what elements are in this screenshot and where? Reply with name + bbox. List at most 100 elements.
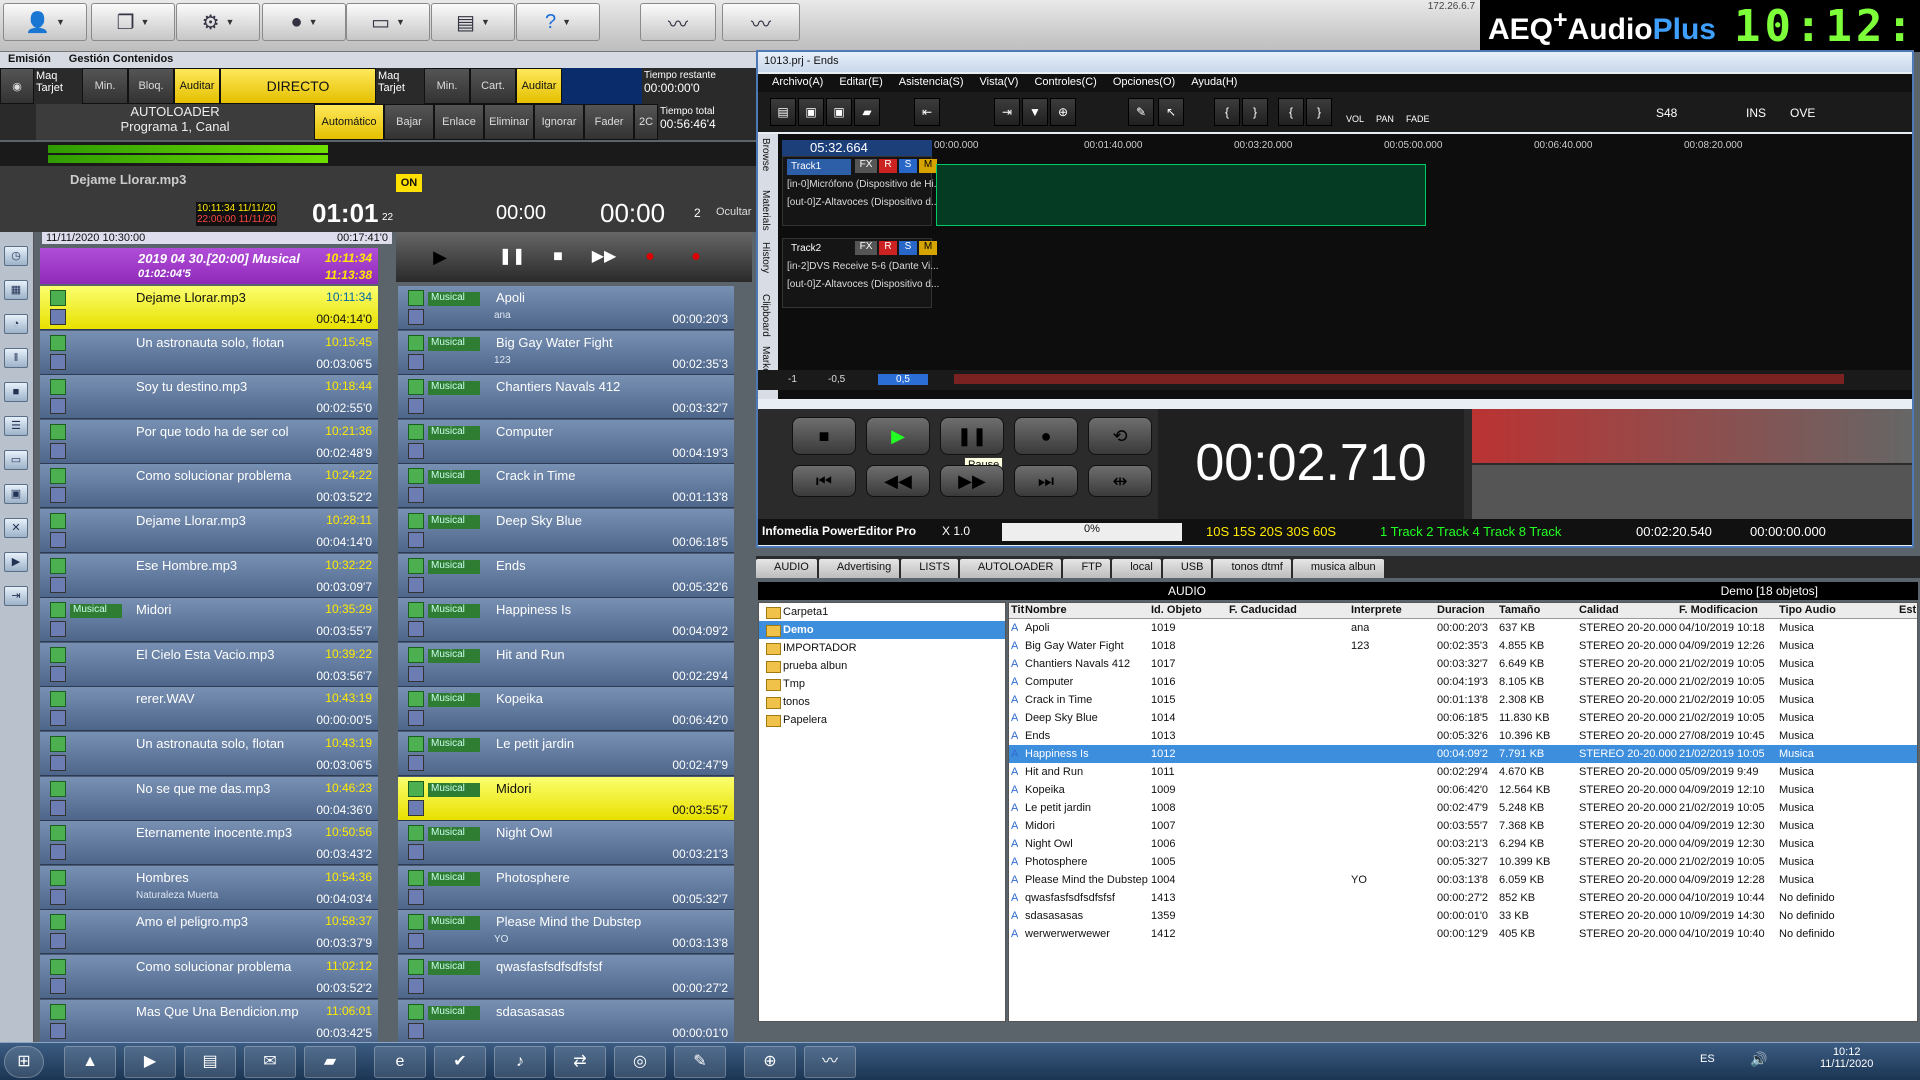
check-icon[interactable]: ✔ — [434, 1046, 486, 1078]
grid-row[interactable]: Aqwasfasfsdfsdfsfsf 1413 00:00:27'2 852 KB S… — [1009, 889, 1917, 907]
target-icon[interactable]: ⊕ — [1050, 98, 1076, 126]
settings-button[interactable]: ⚙ ▼ — [176, 3, 260, 41]
fx2-button[interactable]: FX — [855, 241, 877, 255]
grid-column-header[interactable]: F. Caducidad — [1229, 604, 1297, 616]
plus-app-icon[interactable]: ⊕ — [744, 1046, 796, 1078]
explorer-tab[interactable]: AUTOLOADER — [959, 559, 1062, 578]
track1-waveform[interactable] — [936, 164, 1426, 226]
s-button[interactable]: S — [899, 159, 917, 173]
auditar2-button[interactable]: Auditar — [516, 68, 562, 104]
explorer-tab[interactable]: FTP — [1063, 559, 1111, 578]
checkbox-icon[interactable] — [408, 334, 424, 351]
tree-node[interactable]: Carpeta1 — [759, 603, 1005, 621]
side-tab[interactable]: Clipboard — [760, 294, 771, 337]
m-button[interactable]: M — [919, 159, 937, 173]
checkbox-icon[interactable] — [50, 1003, 66, 1020]
zoom-scrollbar[interactable]: -1 -0,5 0,5 — [758, 370, 1912, 390]
ins-label[interactable]: INS — [1746, 106, 1766, 120]
explorer-tab[interactable]: USB — [1162, 559, 1212, 578]
playlist-row[interactable]: Eternamente inocente.mp3 10:50:56 00:03:43… — [40, 821, 378, 866]
bloq-button[interactable]: Bloq. — [128, 68, 174, 104]
checkbox-icon[interactable] — [408, 736, 424, 752]
grid-row[interactable]: A Midori 1007 00:03:55'7 7.368 KB STEREO 20-2… — [1009, 817, 1917, 835]
checkbox-icon[interactable] — [50, 423, 66, 440]
mic-icon[interactable]: ♪ — [494, 1046, 546, 1078]
playlist-row[interactable]: Musical qwasfasfsdfsdfsfsf 00:00:27'2 — [398, 955, 734, 999]
grid-row[interactable]: A Crack in Time 1015 00:01:13'8 2.308 KB STER… — [1009, 691, 1917, 709]
brush-icon[interactable]: ✎ — [1128, 98, 1154, 126]
record-button[interactable]: ● ▼ — [262, 3, 346, 41]
grid-column-header[interactable]: Tipo Audio — [1779, 604, 1836, 616]
enlace-button[interactable]: Enlace — [434, 104, 484, 140]
checkbox-icon[interactable] — [408, 780, 424, 797]
checkbox-icon[interactable] — [50, 646, 66, 663]
volume-icon[interactable]: 🔊 — [1750, 1051, 1767, 1068]
bracket-in-icon[interactable]: { — [1278, 98, 1304, 126]
checkbox-icon[interactable] — [50, 602, 66, 619]
menu-item[interactable]: Opciones(O) — [1113, 76, 1175, 90]
lang-indicator[interactable]: ES — [1700, 1053, 1715, 1065]
grid-column-header[interactable]: Interprete — [1351, 604, 1402, 616]
side-tab[interactable]: Materials — [760, 190, 771, 231]
playlist-row[interactable]: Musical Hit and Run 00:02:29'4 — [398, 642, 734, 687]
fx-button[interactable]: FX — [855, 159, 877, 173]
bracket-right-icon[interactable]: } — [1242, 98, 1268, 126]
record-button[interactable]: ● — [1014, 417, 1078, 455]
bracket-out-icon[interactable]: } — [1306, 98, 1332, 126]
explorer-tab[interactable]: tonos dtmf — [1213, 559, 1291, 578]
playlist-row[interactable]: Musical Happiness Is 00:04:09'2 — [398, 598, 734, 643]
editor2-button[interactable]: 〰 — [722, 3, 800, 41]
playlist-row[interactable]: Dejame Llorar.mp3 10:11:34 00:04:14'0 — [40, 286, 378, 330]
ocultar-button[interactable]: Ocultar — [716, 206, 751, 218]
checkbox-icon[interactable] — [408, 914, 424, 931]
playlist-row[interactable]: Musical Le petit jardin 00:02:47'9 — [398, 732, 734, 776]
r-button[interactable]: R — [879, 159, 897, 173]
record-icon[interactable]: ● — [630, 240, 670, 274]
eliminar-button[interactable]: Eliminar — [484, 104, 534, 140]
overview-top[interactable] — [1472, 409, 1912, 463]
grid-column-header[interactable]: Id. Objeto — [1151, 604, 1202, 616]
bracket-left-icon[interactable]: { — [1214, 98, 1240, 126]
menu-item[interactable]: Vista(V) — [980, 76, 1019, 90]
go-start-button[interactable]: ⏮ — [792, 465, 856, 497]
region-button[interactable]: ⇹ — [1088, 465, 1152, 497]
directo-button[interactable]: DIRECTO — [220, 68, 376, 104]
checkbox-icon[interactable] — [408, 646, 424, 663]
play-icon[interactable]: ▶ — [410, 240, 470, 274]
checkbox-icon[interactable] — [408, 1003, 424, 1020]
checkbox-icon[interactable] — [50, 513, 66, 529]
grid-column-header[interactable]: Calidad — [1579, 604, 1619, 616]
checkbox-icon[interactable] — [408, 959, 424, 975]
chrome-icon[interactable]: ◎ — [614, 1046, 666, 1078]
user-button[interactable]: 👤 ▼ — [3, 3, 87, 41]
skip-icon[interactable]: ⇥ — [994, 98, 1020, 126]
playlist-row[interactable]: Musical Please Mind the Dubstep YO 00:03:13… — [398, 910, 734, 955]
min-button[interactable]: Min. — [82, 68, 128, 104]
grid-column-header[interactable]: Tamaño — [1499, 604, 1540, 616]
checkbox-icon[interactable] — [408, 602, 424, 619]
m2-button[interactable]: M — [919, 241, 937, 255]
playlist-row[interactable]: Mas Que Una Bendicion.mp 11:06:01 00:03:42… — [40, 999, 378, 1042]
checkbox-icon[interactable] — [408, 290, 424, 306]
new-icon[interactable]: ▤ — [770, 98, 796, 126]
pdf-icon[interactable]: ▲ — [64, 1046, 116, 1078]
calendar-icon[interactable]: ▦ — [4, 280, 28, 300]
tree-node[interactable]: prueba albun — [759, 657, 1005, 675]
grid-row[interactable]: A Kopeika 1009 00:06:42'0 12.564 KB STEREO 20… — [1009, 781, 1917, 799]
menu-item[interactable]: Editar(E) — [839, 76, 882, 90]
track1-header[interactable]: Track1 FX R S M [in-0]Micrófono (Disposi… — [782, 156, 942, 226]
checkbox-icon[interactable] — [50, 914, 66, 931]
menu-item[interactable]: Archivo(A) — [772, 76, 823, 90]
menu-item[interactable]: Ayuda(H) — [1191, 76, 1237, 90]
vol-label[interactable]: VOL — [1346, 114, 1364, 124]
stop-button[interactable]: ■ — [792, 417, 856, 455]
checkbox-icon[interactable] — [408, 513, 424, 529]
playlist-row[interactable]: Musical Night Owl 00:03:21'3 — [398, 821, 734, 866]
record-cue-icon[interactable]: ● — [676, 240, 716, 274]
insert-icon[interactable]: ⇤ — [914, 98, 940, 126]
grid-column-header[interactable]: Duracion — [1437, 604, 1485, 616]
play-button[interactable]: ▶ — [866, 417, 930, 455]
grid-row[interactable]: A Big Gay Water Fight 1018 123 00:02:35'3 4.8… — [1009, 637, 1917, 655]
screen-icon[interactable]: ▣ — [4, 484, 28, 504]
checkbox-icon[interactable] — [50, 468, 66, 485]
